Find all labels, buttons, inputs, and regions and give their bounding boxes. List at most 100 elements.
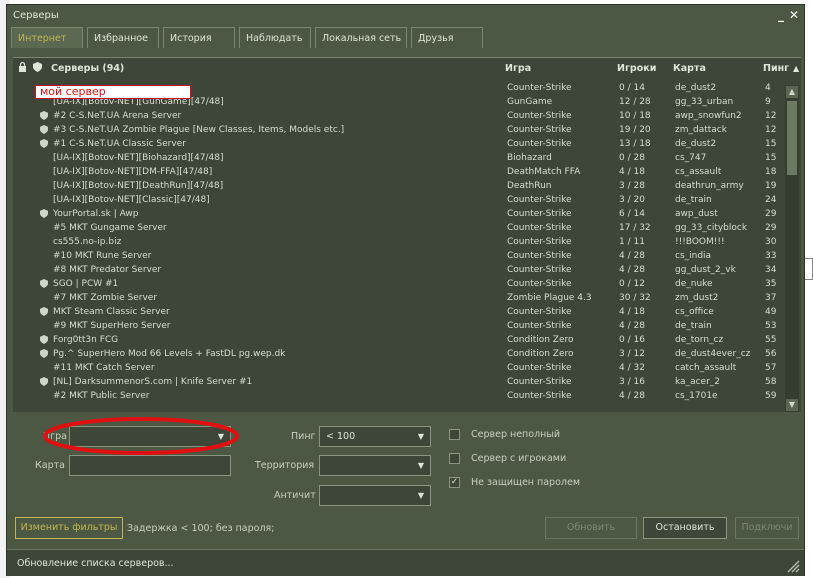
table-row[interactable]: #7 MKT Zombie Server Zombie Plague 4.3 30 …	[13, 291, 783, 305]
table-row[interactable]: [UA-IX][Botov-NET][Biohazard][47/48] Bioh…	[13, 151, 783, 165]
table-row[interactable]: cs555.no-ip.biz Counter-Strike 1 / 11 !!!BO…	[13, 235, 783, 249]
column-map[interactable]: Карта	[673, 63, 706, 74]
table-row[interactable]: YourPortal.sk | Awp Counter-Strike 6 / 14 a…	[13, 207, 783, 221]
table-row[interactable]: [UA-IX][Botov-NET][DM-FFA][47/48] DeathMa…	[13, 165, 783, 179]
tab-spectate[interactable]: Наблюдать	[239, 27, 311, 48]
table-row[interactable]: SGO | PCW #1 Counter-Strike 0 / 12 de_nuke 3…	[13, 277, 783, 291]
chevron-down-icon: ▼	[417, 461, 424, 470]
game-cell: DeathMatch FFA	[507, 167, 581, 177]
game-cell: Counter-Strike	[507, 125, 572, 135]
server-name-cell: [UA-IX][Botov-NET][Biohazard][47/48]	[53, 153, 224, 163]
chevron-down-icon: ▼	[417, 432, 424, 441]
close-button[interactable]: ✕	[789, 8, 799, 22]
map-cell: gg_dust_2_vk	[675, 265, 736, 275]
window-title: Серверы	[13, 10, 59, 21]
ping-cell: 33	[765, 251, 777, 261]
map-cell: cs_india	[675, 251, 712, 261]
table-row[interactable]: MKT Steam Classic Server Counter-Strike 4 …	[13, 305, 783, 319]
game-cell: Counter-Strike	[507, 237, 572, 247]
filter-summary: Задержка < 100; без пароля;	[127, 523, 275, 534]
vertical-scrollbar[interactable]: ▲ ▼	[785, 85, 799, 412]
tab-friends[interactable]: Друзья	[411, 27, 483, 48]
players-cell: 17 / 32	[619, 223, 651, 233]
minimize-button[interactable]: _	[778, 8, 784, 22]
status-text: Обновление списка серверов...	[17, 558, 174, 569]
status-bar: Обновление списка серверов...	[7, 549, 804, 576]
no-password-label: Не защищен паролем	[471, 477, 580, 488]
players-cell: 4 / 28	[619, 321, 645, 331]
table-row[interactable]: Forg0tt3n FCG Condition Zero 0 / 16 de_torn…	[13, 333, 783, 347]
game-cell: Counter-Strike	[507, 307, 572, 317]
shield-icon[interactable]	[33, 62, 42, 75]
ping-cell: 56	[765, 349, 777, 359]
game-cell: Counter-Strike	[507, 209, 572, 219]
has-players-label: Сервер с игроками	[471, 453, 567, 464]
has-players-checkbox[interactable]	[449, 453, 460, 464]
game-cell: Counter-Strike	[507, 139, 572, 149]
table-row[interactable]: [NL] DarksummenorS.com | Knife Server #1…	[13, 375, 783, 389]
server-name-cell: #2 MKT Public Server	[53, 391, 150, 401]
refresh-button[interactable]: Обновить	[545, 517, 637, 539]
ping-cell: 55	[765, 335, 777, 345]
players-cell: 3 / 28	[619, 181, 645, 191]
column-ping[interactable]: Пинг	[763, 63, 789, 74]
server-name-cell: #2 C-S.NeT.UA Arena Server	[53, 111, 182, 121]
red-highlight-ellipse	[43, 417, 239, 455]
territory-filter-dropdown[interactable]: ▼	[319, 455, 431, 476]
column-game[interactable]: Игра	[505, 63, 531, 74]
table-row[interactable]: [UA-IX][Botov-NET][DeathRun][47/48] Death…	[13, 179, 783, 193]
map-cell: cs_office	[675, 307, 714, 317]
anticheat-filter-label: Античит	[274, 490, 316, 501]
stop-button[interactable]: Остановить	[643, 517, 727, 539]
sort-ascending-icon[interactable]: ▲	[793, 64, 799, 73]
map-cell: cs_assault	[675, 167, 722, 177]
ping-cell: 15	[765, 153, 777, 163]
column-servers[interactable]: Серверы (94)	[51, 63, 124, 74]
tab-bar: Интернет Избранное История Наблюдать Лок…	[11, 27, 800, 49]
table-row[interactable]: #5 MKT Gungame Server Counter-Strike 17 / …	[13, 221, 783, 235]
players-cell: 6 / 14	[619, 209, 645, 219]
column-players[interactable]: Игроки	[617, 63, 656, 74]
table-row[interactable]: #3 C-S.NeT.UA Zombie Plague [New Classes…	[13, 123, 783, 137]
not-full-checkbox[interactable]	[449, 429, 460, 440]
table-row[interactable]: #9 MKT SuperHero Server Counter-Strike 4 /…	[13, 319, 783, 333]
table-row[interactable]: #11 MKT Catch Server Counter-Strike 4 / 32…	[13, 361, 783, 375]
players-cell: 4 / 28	[619, 391, 645, 401]
lock-icon[interactable]	[18, 61, 27, 75]
table-row[interactable]: [UA-IX][Botov-NET][Classic][47/48] Counte…	[13, 193, 783, 207]
anticheat-filter-dropdown[interactable]: ▼	[319, 485, 431, 506]
table-row[interactable]: #8 MKT Predator Server Counter-Strike 4 / …	[13, 263, 783, 277]
map-cell: de_train	[675, 195, 712, 205]
change-filters-button[interactable]: Изменить фильтры	[15, 517, 123, 539]
table-row[interactable]: #1 C-S.NeT.UA Classic Server Counter-Stri…	[13, 137, 783, 151]
map-cell: de_nuke	[675, 279, 713, 289]
game-cell: Biohazard	[507, 153, 552, 163]
server-name-cell: YourPortal.sk | Awp	[53, 209, 139, 219]
title-bar[interactable]: Серверы _ ✕	[7, 5, 804, 27]
scroll-down-icon[interactable]: ▼	[786, 399, 798, 411]
table-row[interactable]: #10 MKT Rune Server Counter-Strike 4 / 28 c…	[13, 249, 783, 263]
resize-grip-icon[interactable]	[784, 557, 800, 573]
server-name-cell: [UA-IX][Botov-NET][DeathRun][47/48]	[53, 181, 224, 191]
ping-filter-dropdown[interactable]: < 100 ▼	[319, 426, 431, 447]
table-row[interactable]: #2 MKT Public Server Counter-Strike 4 / 28…	[13, 389, 783, 403]
game-cell: Counter-Strike	[507, 321, 572, 331]
tab-lan[interactable]: Локальная сеть	[315, 27, 407, 48]
server-name-cell: cs555.no-ip.biz	[53, 237, 122, 247]
map-filter-input[interactable]	[69, 455, 231, 476]
scroll-thumb[interactable]	[787, 101, 797, 175]
tab-history[interactable]: История	[163, 27, 235, 48]
players-cell: 4 / 32	[619, 363, 645, 373]
players-cell: 10 / 18	[619, 111, 651, 121]
scroll-up-icon[interactable]: ▲	[786, 86, 798, 98]
table-row[interactable]: #2 C-S.NeT.UA Arena Server Counter-Strike…	[13, 109, 783, 123]
server-name-cell: #10 MKT Rune Server	[53, 251, 152, 261]
no-password-checkbox[interactable]: ✓	[449, 477, 460, 488]
server-name-cell: [UA-IX][Botov-NET][Classic][47/48]	[53, 195, 210, 205]
ping-cell: 53	[765, 321, 777, 331]
tab-internet[interactable]: Интернет	[11, 27, 83, 48]
table-row[interactable]: Pg.^ SuperHero Mod 66 Levels + FastDL pg…	[13, 347, 783, 361]
connect-button[interactable]: Подключи	[735, 517, 799, 539]
tab-favorites[interactable]: Избранное	[87, 27, 159, 48]
map-cell: !!!BOOM!!!	[675, 237, 725, 247]
